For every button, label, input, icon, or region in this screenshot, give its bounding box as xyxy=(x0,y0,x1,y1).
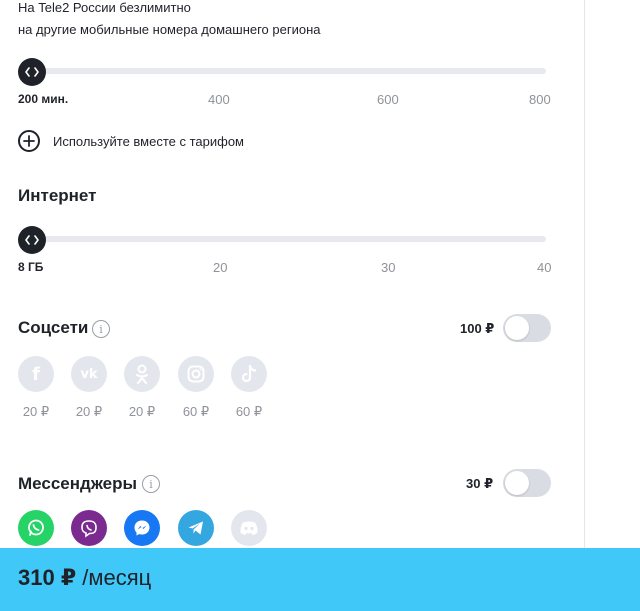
social-title: Соцсети xyxy=(18,318,89,337)
facebook-icon[interactable]: f xyxy=(18,356,54,392)
internet-gb-slider[interactable] xyxy=(18,224,546,256)
odnoklassniki-icon[interactable] xyxy=(124,356,160,392)
discord-icon[interactable] xyxy=(231,510,267,546)
odnoklassniki-price: 20 ₽ xyxy=(128,404,156,419)
calls-description-line2: на другие мобильные номера домашнего рег… xyxy=(18,22,321,37)
add-option-row[interactable]: Используйте вместе с тарифом xyxy=(18,130,244,152)
content-right-border xyxy=(584,0,585,548)
tiktok-icon[interactable] xyxy=(231,356,267,392)
slider-thumb-arrows-icon[interactable] xyxy=(18,58,46,86)
vk-icon[interactable]: vk xyxy=(71,356,107,392)
social-price: 100 ₽ xyxy=(460,321,495,336)
total-period: /месяц xyxy=(82,565,152,590)
instagram-price: 60 ₽ xyxy=(182,404,210,419)
calls-tick-2: 400 xyxy=(208,92,230,107)
whatsapp-icon[interactable] xyxy=(18,510,54,546)
internet-tick-2: 20 xyxy=(213,260,228,275)
plus-circle-icon[interactable] xyxy=(18,130,40,152)
add-option-label[interactable]: Используйте вместе с тарифом xyxy=(53,134,244,149)
total-price-bar: 310 ₽ /месяц xyxy=(0,548,640,611)
instagram-icon[interactable] xyxy=(178,356,214,392)
messengers-toggle[interactable] xyxy=(503,469,551,497)
calls-tick-min: 200 мин. xyxy=(18,92,69,106)
total-price: 310 ₽ /месяц xyxy=(18,565,151,591)
internet-tick-3: 30 xyxy=(381,260,396,275)
telegram-icon[interactable] xyxy=(178,510,214,546)
internet-tick-max: 40 xyxy=(537,260,552,275)
messengers-price: 30 ₽ xyxy=(466,476,494,491)
tiktok-price: 60 ₽ xyxy=(235,404,263,419)
calls-description-line1: На Tele2 России безлимитно xyxy=(18,0,191,15)
info-icon[interactable]: i xyxy=(92,320,110,338)
calls-tick-3: 600 xyxy=(377,92,399,107)
messengers-title: Мессенджеры xyxy=(18,474,137,493)
facebook-price: 20 ₽ xyxy=(22,404,50,419)
calls-minutes-slider[interactable] xyxy=(18,56,546,88)
slider-thumb-arrows-icon[interactable] xyxy=(18,226,46,254)
slider-track[interactable] xyxy=(26,236,546,242)
total-amount: 310 ₽ xyxy=(18,565,77,590)
social-toggle[interactable] xyxy=(503,314,551,342)
vk-price: 20 ₽ xyxy=(75,404,103,419)
info-icon[interactable]: i xyxy=(142,475,160,493)
calls-tick-max: 800 xyxy=(529,92,551,107)
internet-tick-min: 8 ГБ xyxy=(18,260,44,274)
viber-icon[interactable] xyxy=(71,510,107,546)
slider-track[interactable] xyxy=(26,68,546,74)
internet-title: Интернет xyxy=(18,186,97,205)
messenger-icon[interactable] xyxy=(124,510,160,546)
